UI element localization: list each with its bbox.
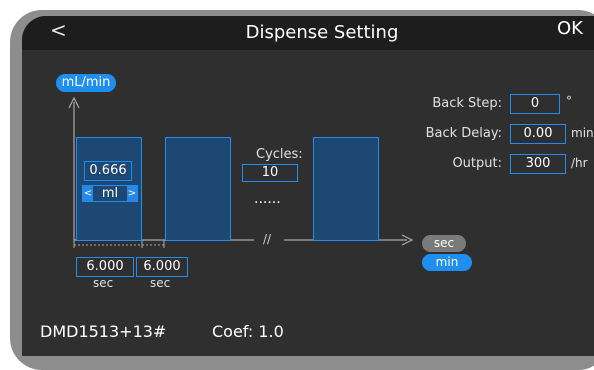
back-delay-unit: min bbox=[571, 126, 594, 140]
time2-field[interactable]: 6.000 bbox=[136, 257, 188, 277]
back-delay-label: Back Delay: bbox=[425, 126, 502, 141]
output-input[interactable]: 300 bbox=[510, 154, 566, 174]
time1-field[interactable]: 6.000 bbox=[76, 257, 134, 277]
unit-prev-arrow[interactable]: < bbox=[83, 186, 93, 201]
back-step-input[interactable]: 0 bbox=[510, 94, 560, 114]
axis-break-mark: // bbox=[263, 232, 272, 246]
volume-field[interactable]: 0.666 bbox=[84, 161, 132, 181]
output-unit: /hr bbox=[571, 156, 588, 170]
back-step-unit: ° bbox=[566, 94, 572, 108]
time2-unit: sec bbox=[150, 276, 171, 290]
cycles-field[interactable]: 10 bbox=[242, 164, 298, 182]
unit-next-arrow[interactable]: > bbox=[127, 186, 137, 201]
back-delay-input[interactable]: 0.00 bbox=[510, 124, 566, 144]
time1-unit: sec bbox=[93, 276, 114, 290]
ellipsis: ...... bbox=[254, 191, 281, 207]
coef-value: Coef: 1.0 bbox=[212, 322, 284, 341]
dispense-bar-2 bbox=[165, 137, 231, 241]
cycles-label: Cycles: bbox=[256, 147, 303, 162]
x-unit-min-option[interactable]: min bbox=[422, 254, 472, 271]
dispense-bar-3 bbox=[313, 137, 379, 241]
x-unit-sec-option[interactable]: sec bbox=[422, 235, 466, 252]
y-unit-badge[interactable]: mL/min bbox=[56, 74, 116, 92]
back-step-label: Back Step: bbox=[432, 96, 502, 111]
screen: < Dispense Setting OK mL/min 0.666 < ml … bbox=[22, 16, 594, 356]
volume-unit-selector: < ml > bbox=[82, 185, 138, 202]
volume-unit-label: ml bbox=[101, 186, 119, 201]
output-label: Output: bbox=[452, 156, 502, 171]
device-id: DMD1513+13# bbox=[40, 322, 167, 341]
